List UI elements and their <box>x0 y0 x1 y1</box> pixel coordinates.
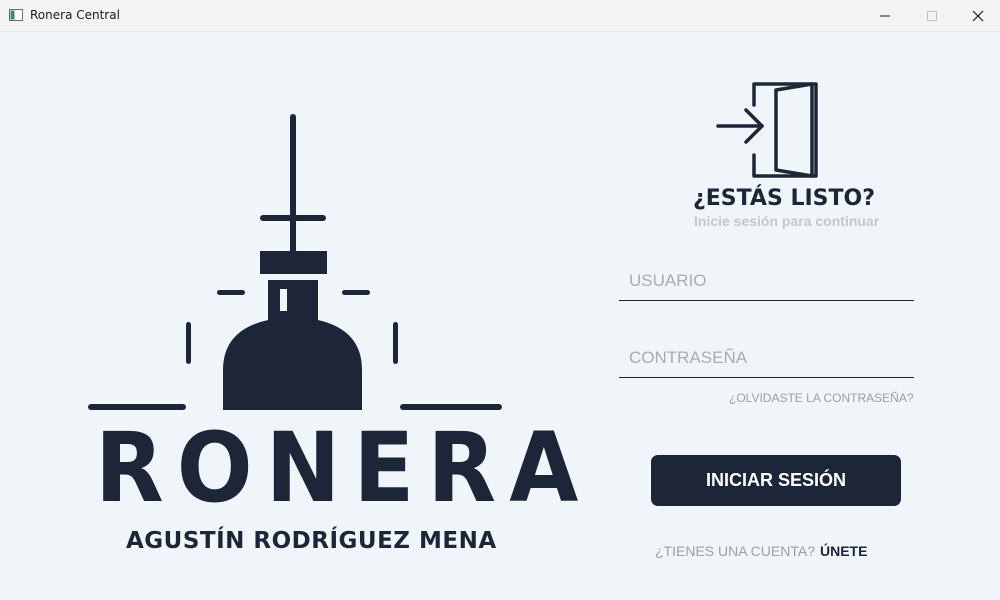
brand-name: RONERA <box>95 412 592 524</box>
maximize-icon <box>927 10 937 21</box>
window-titlebar: Ronera Central <box>0 0 1000 32</box>
signup-row: ¿TIENES UNA CUENTA? ÚNETE <box>655 543 867 559</box>
minimize-icon <box>880 15 890 16</box>
sign-in-door-icon <box>716 82 818 178</box>
signup-question: ¿TIENES UNA CUENTA? <box>655 543 815 559</box>
maximize-button[interactable] <box>909 0 955 31</box>
signup-link[interactable]: ÚNETE <box>820 543 867 559</box>
forgot-password-link[interactable]: ¿OLVIDASTE LA CONTRASEÑA? <box>729 391 914 405</box>
close-button[interactable] <box>955 0 1000 31</box>
password-input[interactable] <box>619 338 914 378</box>
brand-subtitle: AGUSTÍN RODRÍGUEZ MENA <box>126 528 497 554</box>
login-button[interactable]: INICIAR SESIÓN <box>651 455 901 506</box>
username-input[interactable] <box>619 261 914 301</box>
window-title: Ronera Central <box>30 8 120 22</box>
login-title: ¿ESTÁS LISTO? <box>693 186 875 211</box>
close-icon <box>972 10 984 21</box>
distillery-still-icon <box>88 114 502 410</box>
minimize-button[interactable] <box>862 0 908 31</box>
app-window-icon <box>9 9 23 21</box>
login-subtitle: Inicie sesión para continuar <box>694 213 880 229</box>
